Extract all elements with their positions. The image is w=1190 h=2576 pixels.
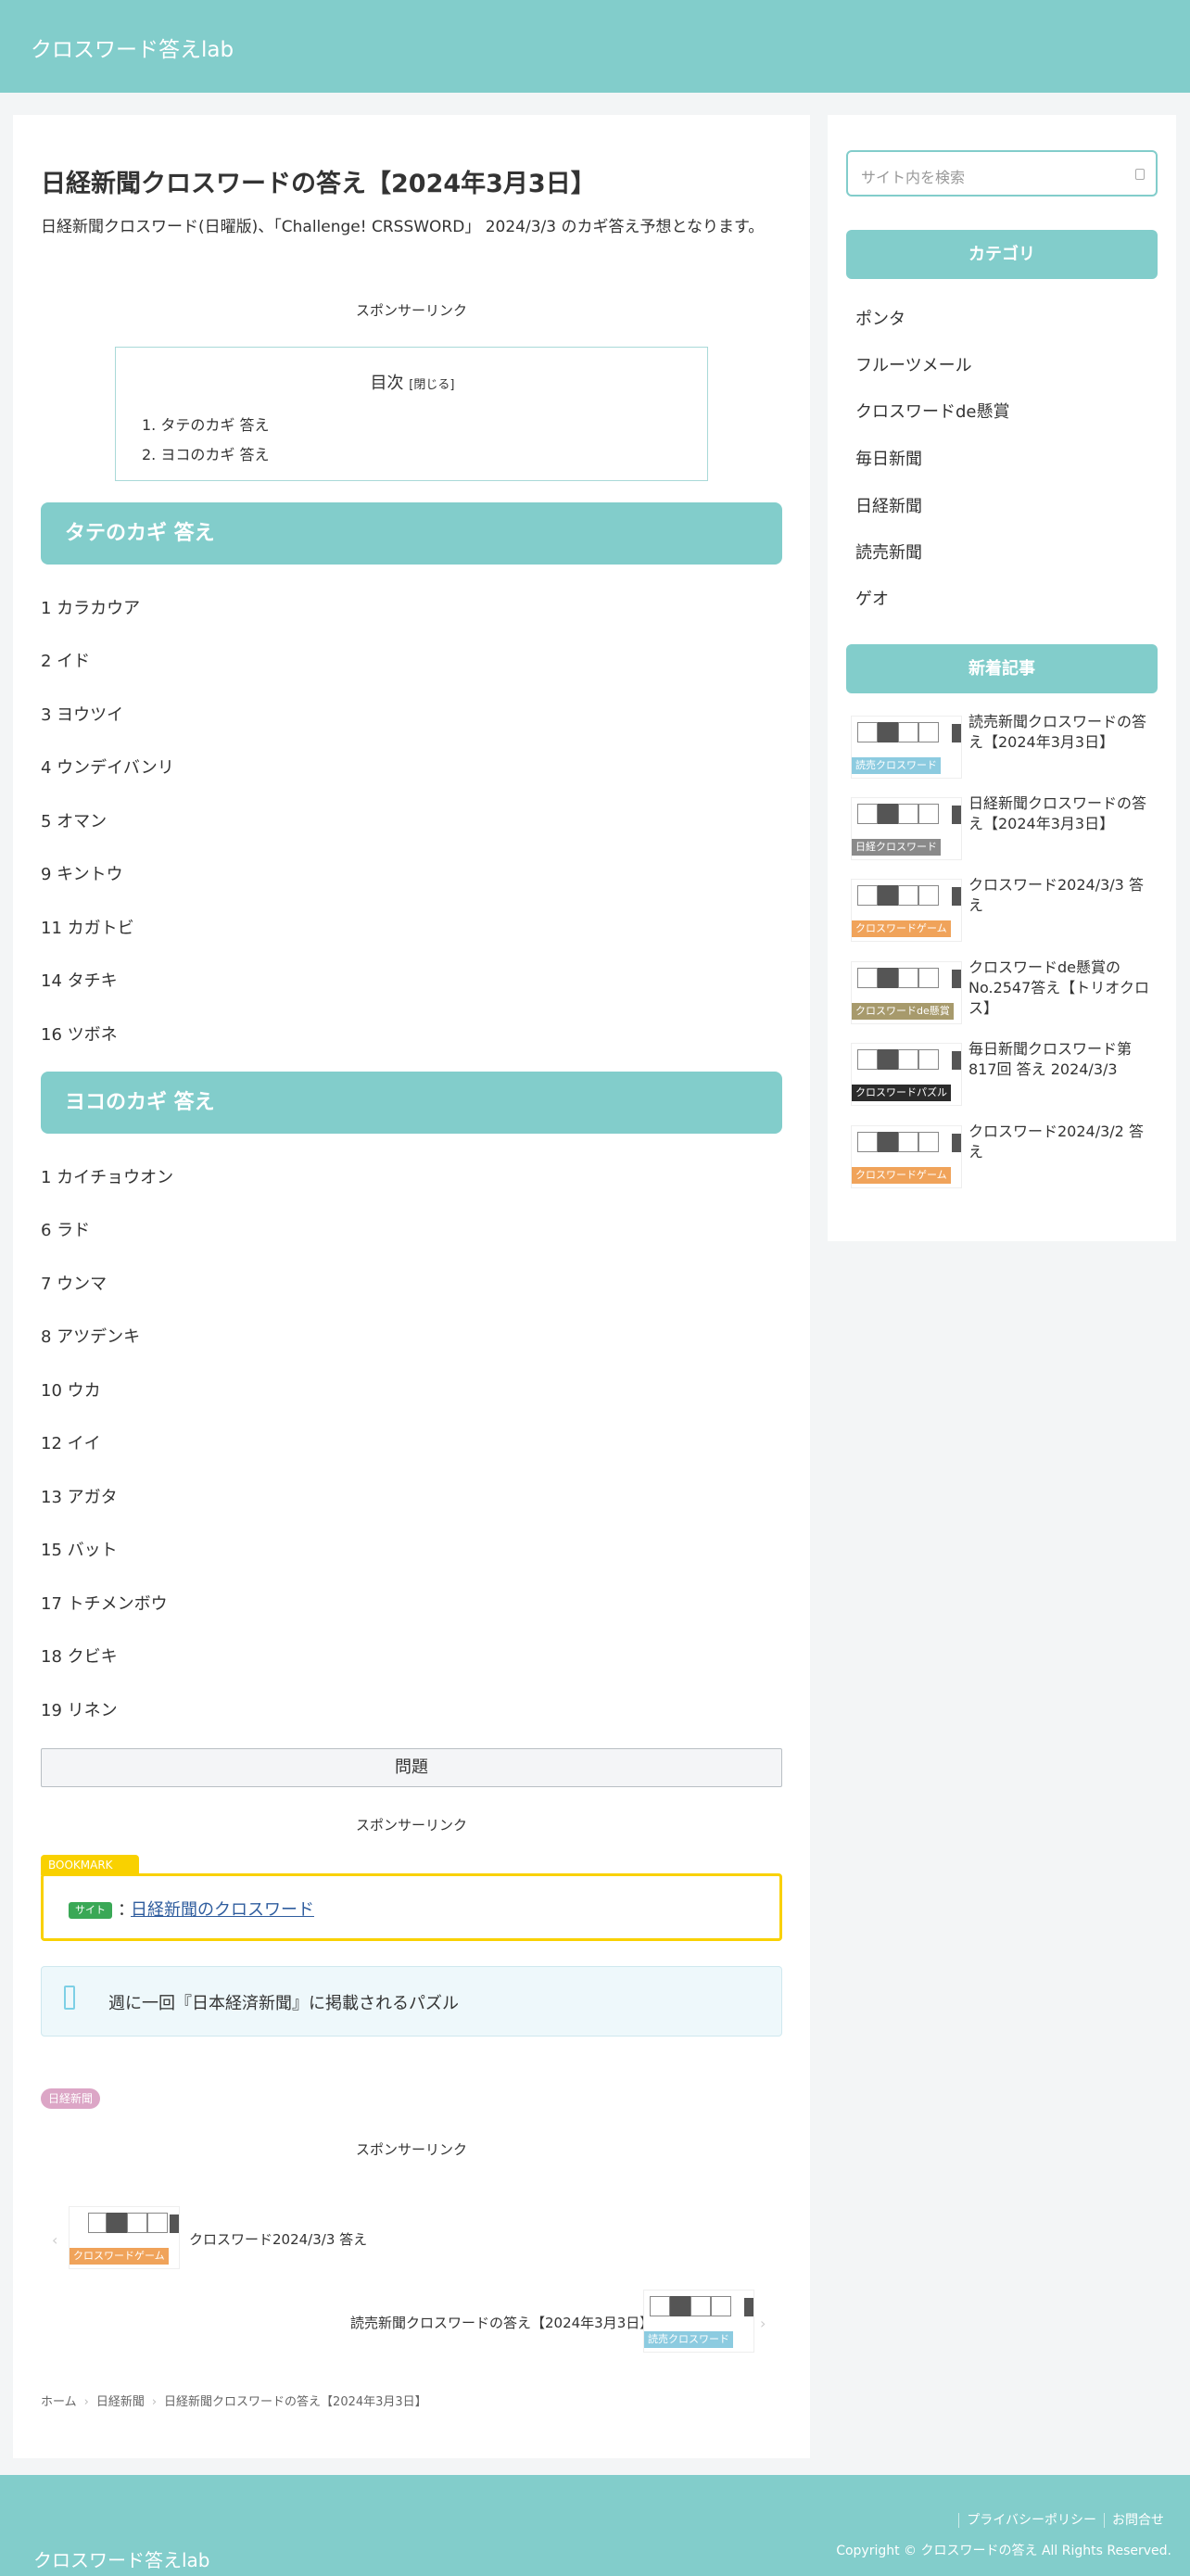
info-icon	[64, 1986, 75, 2010]
new-post-thumbnail[interactable]: 日経クロスワード	[851, 797, 962, 860]
category-item[interactable]: ポンタ	[855, 306, 905, 330]
copyright: Copyright © クロスワードの答え All Rights Reserve…	[836, 2544, 1171, 2558]
tate-clue: 3 ヨウツイ	[41, 705, 124, 725]
related-thumbnail[interactable]: クロスワードゲーム	[69, 2206, 180, 2269]
yoko-clue: 15 バット	[41, 1541, 118, 1560]
toc-toggle-button[interactable]: [閉じる]	[409, 378, 454, 392]
yoko-clue: 8 アツデンキ	[41, 1327, 141, 1347]
new-post-thumb-label: クロスワードゲーム	[852, 1167, 951, 1184]
category-item[interactable]: 日経新聞	[855, 493, 922, 517]
site-header: クロスワード答えlab	[0, 0, 1190, 93]
new-post-thumbnail[interactable]: クロスワードde懸賞	[851, 961, 962, 1024]
question-button[interactable]: 問題	[41, 1748, 782, 1787]
info-text: 週に一回『日本経済新聞』に掲載されるパズル	[108, 1994, 459, 2013]
new-post-title[interactable]: 読売新聞クロスワードの答え【2024年3月3日】	[968, 712, 1154, 753]
tate-clue: 14 タチキ	[41, 971, 118, 991]
yoko-heading: ヨコのカギ 答え	[41, 1072, 782, 1134]
category-item[interactable]: ゲオ	[855, 586, 889, 610]
toc-title: 目次 [閉じる]	[370, 374, 455, 393]
chevron-right-icon[interactable]: ›	[760, 2315, 766, 2332]
related-thumbnail[interactable]: 読売クロスワード	[643, 2290, 754, 2353]
new-post-title[interactable]: クロスワード2024/3/2 答え	[968, 1122, 1154, 1162]
new-post-thumb-label: 日経クロスワード	[852, 839, 941, 856]
yoko-clue: 18 クビキ	[41, 1647, 118, 1667]
tate-heading: タテのカギ 答え	[41, 502, 782, 565]
tate-clue: 4 ウンデイバンリ	[41, 758, 174, 778]
contact-link[interactable]: お問合せ	[1104, 2513, 1171, 2528]
sponsor-label: スポンサーリンク	[355, 2141, 467, 2158]
new-post-title[interactable]: クロスワードde懸賞のNo.2547答え【トリオクロス】	[968, 958, 1154, 1019]
yoko-clue: 10 ウカ	[41, 1381, 101, 1401]
new-posts-heading: 新着記事	[846, 644, 1158, 693]
related-thumb-label: クロスワードゲーム	[70, 2248, 169, 2265]
new-post-thumb-label: クロスワードゲーム	[852, 920, 951, 937]
new-post-thumb-label: 読売クロスワード	[852, 757, 941, 774]
toc-item-yoko[interactable]: 2. ヨコのカギ 答え	[142, 442, 269, 464]
category-item[interactable]: フルーツメール	[855, 352, 972, 376]
bookmark-box: サイト ： 日経新聞のクロスワード	[41, 1873, 782, 1941]
search-input[interactable]: サイト内を検索	[861, 165, 965, 187]
tate-clue: 5 オマン	[41, 812, 108, 831]
new-post-thumb-label: クロスワードde懸賞	[852, 1003, 954, 1020]
category-item[interactable]: クロスワードde懸賞	[855, 399, 1010, 423]
new-post-thumbnail[interactable]: クロスワードゲーム	[851, 1125, 962, 1188]
privacy-policy-link[interactable]: プライバシーポリシー	[958, 2513, 1104, 2528]
new-post-thumbnail[interactable]: クロスワードゲーム	[851, 879, 962, 942]
tate-clue: 2 イド	[41, 652, 91, 671]
footer-site-title[interactable]: クロスワード答えlab	[33, 2545, 210, 2572]
bookmark-tag: BOOKMARK	[41, 1855, 139, 1875]
breadcrumb-category[interactable]: 日経新聞	[96, 2395, 145, 2409]
search-box[interactable]: サイト内を検索	[846, 150, 1158, 197]
yoko-clue: 13 アガタ	[41, 1488, 118, 1507]
new-post-title[interactable]: 毎日新聞クロスワード第817回 答え 2024/3/3	[968, 1039, 1154, 1080]
category-heading: カテゴリ	[846, 230, 1158, 279]
toc-item-tate[interactable]: 1. タテのカギ 答え	[142, 412, 269, 435]
sidebar: サイト内を検索 カテゴリ ポンタ フルーツメール クロスワードde懸賞 毎日新聞…	[828, 115, 1176, 1241]
yoko-clue: 19 リネン	[41, 1701, 118, 1720]
related-prev-title[interactable]: クロスワード2024/3/3 答え	[189, 2229, 367, 2249]
page-title: 日経新聞クロスワードの答え【2024年3月3日】	[41, 170, 596, 198]
breadcrumb-current: 日経新聞クロスワードの答え【2024年3月3日】	[164, 2395, 427, 2409]
search-icon[interactable]	[1135, 169, 1145, 180]
site-footer: プライバシーポリシー お問合せ Copyright © クロスワードの答え All…	[0, 2475, 1190, 2576]
yoko-clue: 7 ウンマ	[41, 1275, 108, 1294]
yoko-clue: 12 イイ	[41, 1434, 101, 1453]
breadcrumb-home[interactable]: ホーム	[41, 2395, 77, 2409]
site-badge: サイト	[69, 1902, 112, 1919]
main-content: 日経新聞クロスワードの答え【2024年3月3日】 日経新聞クロスワード(日曜版)…	[13, 115, 810, 2458]
site-title[interactable]: クロスワード答えlab	[31, 32, 234, 63]
yoko-clue: 17 トチメンボウ	[41, 1594, 168, 1614]
related-next-title[interactable]: 読売新聞クロスワードの答え【2024年3月3日】	[350, 2313, 653, 2332]
new-post-thumbnail[interactable]: クロスワードパズル	[851, 1043, 962, 1106]
yoko-clue: 1 カイチョウオン	[41, 1168, 174, 1187]
tate-clue: 16 ツボネ	[41, 1025, 118, 1045]
sponsor-label: スポンサーリンク	[355, 302, 467, 319]
breadcrumb: ホーム › 日経新聞 › 日経新聞クロスワードの答え【2024年3月3日】	[41, 2395, 427, 2409]
bookmark-link[interactable]: 日経新聞のクロスワード	[131, 1897, 314, 1921]
new-post-thumbnail[interactable]: 読売クロスワード	[851, 716, 962, 779]
category-tag[interactable]: 日経新聞	[41, 2088, 101, 2109]
category-item[interactable]: 読売新聞	[855, 539, 922, 564]
tate-clue: 1 カラカウア	[41, 599, 141, 618]
table-of-contents: 目次 [閉じる] 1. タテのカギ 答え 2. ヨコのカギ 答え	[115, 347, 708, 481]
tate-clue: 9 キントウ	[41, 865, 123, 884]
tate-clue: 11 カガトビ	[41, 919, 134, 938]
chevron-left-icon[interactable]: ‹	[52, 2231, 57, 2249]
info-box: 週に一回『日本経済新聞』に掲載されるパズル	[41, 1966, 782, 2037]
sponsor-label: スポンサーリンク	[355, 1817, 467, 1834]
footer-links: プライバシーポリシー お問合せ	[958, 2510, 1171, 2529]
new-post-thumb-label: クロスワードパズル	[852, 1085, 951, 1101]
yoko-clue: 6 ラド	[41, 1221, 91, 1240]
new-post-title[interactable]: 日経新聞クロスワードの答え【2024年3月3日】	[968, 793, 1154, 834]
category-item[interactable]: 毎日新聞	[855, 446, 922, 470]
new-post-title[interactable]: クロスワード2024/3/3 答え	[968, 875, 1154, 916]
lead-text: 日経新聞クロスワード(日曜版)、「Challenge! CRSSWORD」 20…	[41, 218, 765, 236]
related-thumb-label: 読売クロスワード	[644, 2331, 733, 2348]
